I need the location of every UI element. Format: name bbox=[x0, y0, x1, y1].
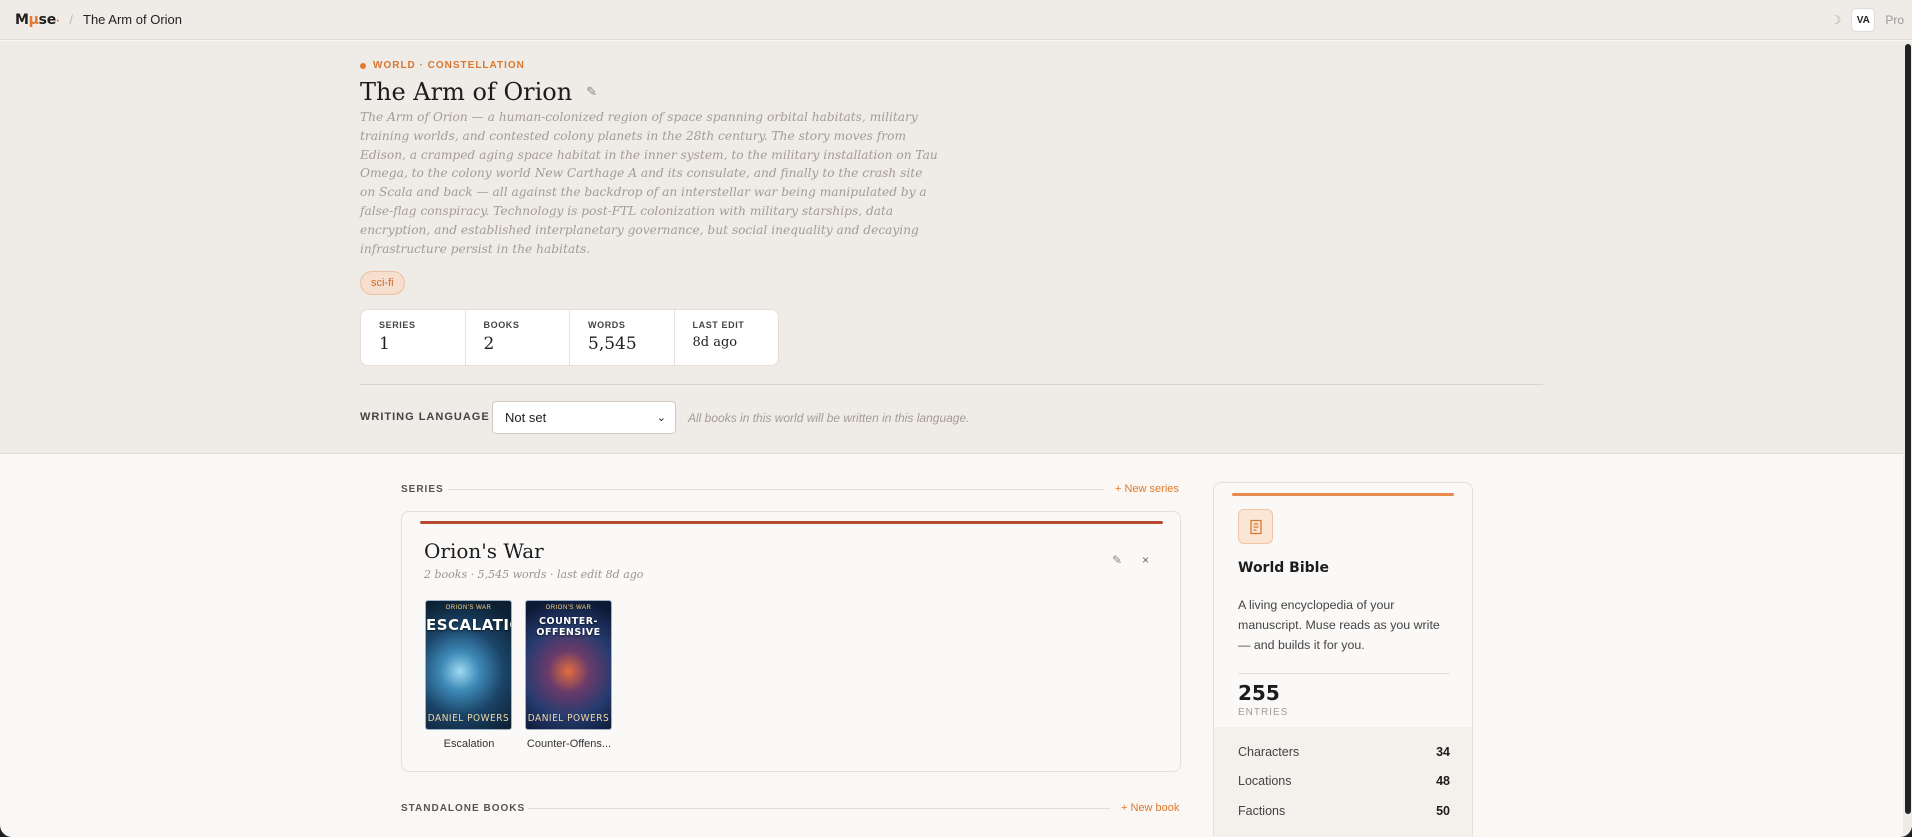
scrollbar-thumb[interactable] bbox=[1905, 44, 1911, 814]
kicker-dot-icon bbox=[360, 62, 366, 69]
page-title: The Arm of Orion ✎ bbox=[360, 78, 597, 106]
muse-logo[interactable]: Mμse· bbox=[15, 12, 60, 28]
standalone-books-label: STANDALONE BOOKS bbox=[401, 803, 526, 814]
writing-language-label: WRITING LANGUAGE bbox=[360, 411, 490, 423]
breadcrumb-current[interactable]: The Arm of Orion bbox=[83, 12, 182, 27]
stat-label: SERIES bbox=[379, 320, 416, 330]
stat-label: WORDS bbox=[588, 320, 626, 330]
cover-title-text: COUNTER-OFFENSIVE bbox=[536, 616, 601, 638]
category-count: 34 bbox=[1436, 745, 1450, 759]
series-section-label: SERIES bbox=[401, 484, 444, 495]
chevron-down-icon: ⌄ bbox=[656, 412, 666, 424]
category-name: Locations bbox=[1238, 774, 1292, 788]
writing-language-hint: All books in this world will be written … bbox=[688, 411, 970, 425]
cover-title-text: ESCALATION bbox=[426, 616, 511, 634]
stat-value: 2 bbox=[483, 334, 495, 354]
genre-tag[interactable]: sci-fi bbox=[360, 271, 405, 295]
breadcrumb-separator: / bbox=[69, 12, 74, 27]
writing-language-select[interactable]: Not set ⌄ bbox=[492, 401, 676, 434]
bible-accent-bar bbox=[1232, 493, 1454, 496]
bible-category-characters[interactable]: Characters 34 bbox=[1238, 745, 1450, 759]
book-tile[interactable]: ORION'S WAR ESCALATION DANIEL POWERS Esc… bbox=[425, 600, 513, 750]
world-title: The Arm of Orion bbox=[360, 78, 573, 106]
stat-label: LAST EDIT bbox=[692, 320, 745, 330]
world-header: WORLD · CONSTELLATION The Arm of Orion ✎… bbox=[0, 41, 1912, 454]
cover-author-text: DANIEL POWERS bbox=[427, 713, 510, 724]
close-icon[interactable]: × bbox=[1142, 553, 1149, 567]
book-cover[interactable]: ORION'S WAR COUNTER-OFFENSIVE DANIEL POW… bbox=[525, 600, 612, 730]
series-meta: 2 books · 5,545 words · last edit 8d ago bbox=[424, 568, 644, 581]
category-name: Factions bbox=[1238, 804, 1286, 818]
cover-series-text: ORION'S WAR bbox=[445, 605, 492, 611]
series-accent-bar bbox=[420, 521, 1163, 524]
stat-books: BOOKS 2 bbox=[466, 310, 570, 365]
book-cover[interactable]: ORION'S WAR ESCALATION DANIEL POWERS bbox=[425, 600, 512, 730]
world-bible-description: A living encyclopedia of your manuscript… bbox=[1238, 598, 1440, 652]
scroll-icon[interactable] bbox=[1238, 509, 1273, 544]
bible-category-locations[interactable]: Locations 48 bbox=[1238, 774, 1450, 788]
entries-label: ENTRIES bbox=[1238, 707, 1289, 718]
stat-label: BOOKS bbox=[483, 320, 520, 330]
selected-language: Not set bbox=[505, 410, 547, 425]
book-title[interactable]: Escalation bbox=[425, 738, 513, 750]
entries-count: 255 bbox=[1238, 681, 1280, 705]
stat-last-edit: LAST EDIT 8d ago bbox=[675, 310, 779, 365]
series-card: Orion's War 2 books · 5,545 words · last… bbox=[401, 511, 1181, 772]
pencil-icon[interactable]: ✎ bbox=[586, 85, 597, 100]
book-tile[interactable]: ORION'S WAR COUNTER-OFFENSIVE DANIEL POW… bbox=[525, 600, 613, 750]
new-series-button[interactable]: + New series bbox=[1115, 483, 1179, 495]
avatar[interactable]: VA bbox=[1851, 8, 1876, 32]
world-description: The Arm of Orion — a human-colonized reg… bbox=[360, 110, 938, 256]
stat-value: 8d ago bbox=[692, 335, 738, 350]
divider bbox=[360, 384, 1543, 385]
top-right-controls: ☽ VA Pro bbox=[1831, 8, 1904, 32]
stat-series: SERIES 1 bbox=[361, 310, 466, 365]
stat-value: 5,545 bbox=[588, 334, 637, 354]
stat-words: WORDS 5,545 bbox=[570, 310, 675, 365]
category-count: 48 bbox=[1436, 774, 1450, 788]
world-kicker: WORLD · CONSTELLATION bbox=[360, 60, 525, 71]
category-name: Characters bbox=[1238, 745, 1300, 759]
divider bbox=[1238, 673, 1450, 674]
app-window: Mμse· / The Arm of Orion ☽ VA Pro WORLD … bbox=[0, 0, 1912, 837]
series-title[interactable]: Orion's War bbox=[424, 539, 544, 563]
cover-author-text: DANIEL POWERS bbox=[527, 713, 610, 724]
category-count: 50 bbox=[1436, 804, 1450, 818]
world-stats: SERIES 1 BOOKS 2 WORDS 5,545 LAST EDIT 8… bbox=[360, 309, 779, 366]
divider bbox=[528, 808, 1110, 809]
plan-badge[interactable]: Pro bbox=[1885, 13, 1904, 27]
moon-icon[interactable]: ☽ bbox=[1831, 13, 1842, 27]
world-bible-panel: World Bible A living encyclopedia of you… bbox=[1213, 482, 1473, 837]
world-bible-title[interactable]: World Bible bbox=[1238, 560, 1329, 576]
top-bar: Mμse· / The Arm of Orion ☽ VA Pro bbox=[0, 0, 1912, 40]
cover-series-text: ORION'S WAR bbox=[545, 605, 592, 611]
stat-value: 1 bbox=[379, 334, 390, 354]
book-title[interactable]: Counter-Offens... bbox=[525, 738, 613, 750]
bible-category-factions[interactable]: Factions 50 bbox=[1238, 804, 1450, 818]
divider bbox=[448, 489, 1104, 490]
world-kicker-text: WORLD · CONSTELLATION bbox=[373, 60, 525, 71]
new-book-button[interactable]: + New book bbox=[1121, 802, 1179, 814]
pencil-icon[interactable]: ✎ bbox=[1112, 553, 1122, 567]
